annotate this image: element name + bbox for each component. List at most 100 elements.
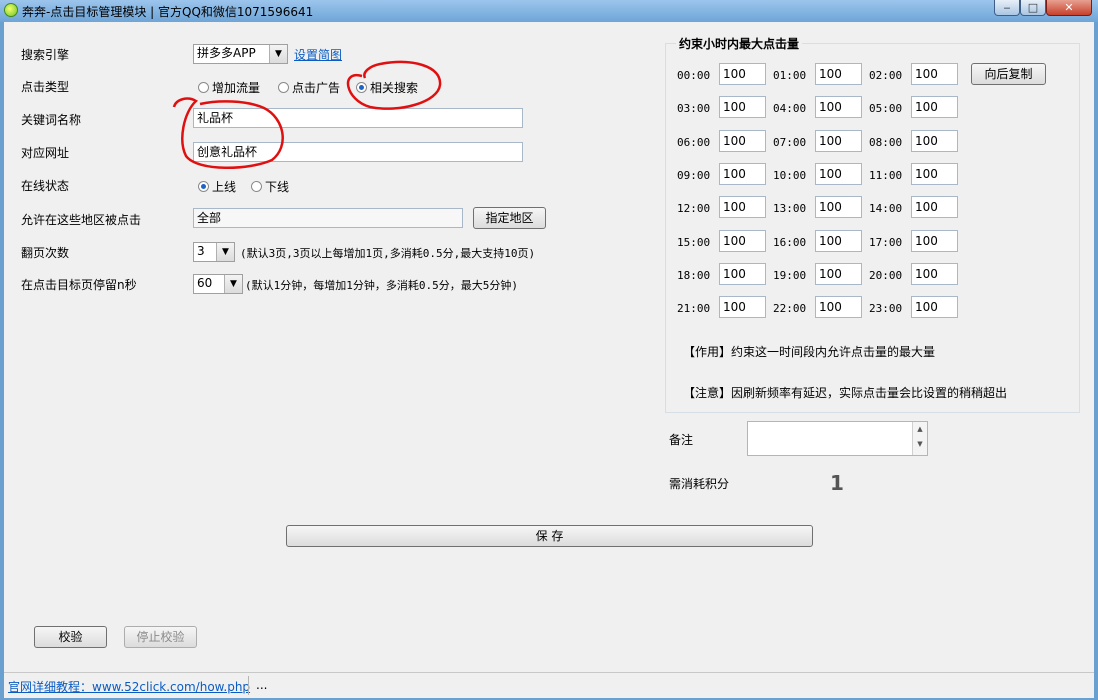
radio-label: 相关搜索 <box>370 81 419 95</box>
close-button[interactable]: ✕ <box>1046 0 1092 16</box>
status-bar: 官网详细教程：www.52click.com/how.php ... <box>4 672 1094 698</box>
hour-limit-input[interactable]: 100 <box>815 196 862 218</box>
hour-limit-input[interactable]: 100 <box>911 196 958 218</box>
maximize-button[interactable]: □ <box>1020 0 1046 16</box>
chevron-down-icon: ▼ <box>224 275 242 293</box>
warning-note: 【注意】因刷新频率有延迟，实际点击量会比设置的稍稍超出 <box>683 386 1008 400</box>
hour-label: 18:00 <box>677 269 711 282</box>
hour-limit-input[interactable]: 100 <box>911 263 958 285</box>
regions-input[interactable]: 全部 <box>193 208 463 228</box>
hour-limit-input[interactable]: 100 <box>815 263 862 285</box>
radio-click-ads[interactable]: 点击广告 <box>278 79 340 96</box>
search-engine-label: 搜索引擎 <box>21 48 70 62</box>
pages-select[interactable]: 3 ▼ <box>193 242 235 262</box>
hour-limit-input[interactable]: 100 <box>815 296 862 318</box>
status-extra: ... <box>256 678 268 692</box>
hour-label: 17:00 <box>869 236 903 249</box>
hour-label: 03:00 <box>677 102 711 115</box>
verify-button[interactable]: 校验 <box>34 626 107 648</box>
stay-label: 在点击目标页停留n秒 <box>21 278 137 292</box>
hour-label: 19:00 <box>773 269 807 282</box>
hour-limit-input[interactable]: 100 <box>719 130 766 152</box>
radio-add-traffic[interactable]: 增加流量 <box>198 79 260 96</box>
stop-verify-button[interactable]: 停止校验 <box>124 626 197 648</box>
hour-limit-input[interactable]: 100 <box>719 63 766 85</box>
stay-hint: (默认1分钟，每增加1分钟，多消耗0.5分，最大5分钟) <box>245 279 518 292</box>
radio-online[interactable]: 上线 <box>198 178 236 195</box>
hour-limit-input[interactable]: 100 <box>911 130 958 152</box>
tutorial-link[interactable]: 官网详细教程：www.52click.com/how.php <box>8 678 250 695</box>
url-input[interactable]: 创意礼品杯 <box>193 142 523 162</box>
close-icon: ✕ <box>1064 1 1074 14</box>
chevron-down-icon: ▼ <box>269 45 287 63</box>
hour-label: 06:00 <box>677 136 711 149</box>
hour-limit-input[interactable]: 100 <box>719 263 766 285</box>
hour-label: 01:00 <box>773 69 807 82</box>
hour-label: 10:00 <box>773 169 807 182</box>
copy-forward-button[interactable]: 向后复制 <box>971 63 1046 85</box>
chevron-down-icon: ▼ <box>216 243 234 261</box>
hour-limit-input[interactable]: 100 <box>719 296 766 318</box>
hour-limit-input[interactable]: 100 <box>815 130 862 152</box>
radio-selected-icon <box>356 82 367 93</box>
save-button[interactable]: 保 存 <box>286 525 813 547</box>
radio-offline[interactable]: 下线 <box>251 178 289 195</box>
hour-limit-input[interactable]: 100 <box>719 96 766 118</box>
hour-label: 15:00 <box>677 236 711 249</box>
regions-label: 允许在这些地区被点击 <box>21 213 142 227</box>
pages-value: 3 <box>197 244 205 258</box>
hour-limit-input[interactable]: 100 <box>719 163 766 185</box>
keyword-input[interactable]: 礼品杯 <box>193 108 523 128</box>
radio-related-search[interactable]: 相关搜索 <box>356 79 418 96</box>
scroll-down-icon[interactable]: ▼ <box>913 437 927 452</box>
cost-value: 1 <box>830 471 844 495</box>
status-label: 在线状态 <box>21 179 70 193</box>
url-label: 对应网址 <box>21 146 70 160</box>
hour-label: 07:00 <box>773 136 807 149</box>
hour-limit-input[interactable]: 100 <box>911 296 958 318</box>
hour-label: 02:00 <box>869 69 903 82</box>
hour-label: 09:00 <box>677 169 711 182</box>
hour-label: 00:00 <box>677 69 711 82</box>
radio-icon <box>278 82 289 93</box>
window-title: 奔奔-点击目标管理模块 | 官方QQ和微信1071596641 <box>22 5 314 19</box>
hour-label: 05:00 <box>869 102 903 115</box>
search-engine-select[interactable]: 拼多多APP ▼ <box>193 44 288 64</box>
radio-icon <box>198 82 209 93</box>
setup-diagram-link[interactable]: 设置简图 <box>294 46 342 63</box>
pages-hint: (默认3页,3页以上每增加1页,多消耗0.5分,最大支持10页) <box>240 247 536 260</box>
select-regions-button[interactable]: 指定地区 <box>473 207 546 229</box>
cost-label: 需消耗积分 <box>669 477 730 491</box>
keyword-label: 关键词名称 <box>21 113 82 127</box>
status-divider <box>248 676 249 695</box>
scroll-up-icon[interactable]: ▲ <box>913 422 927 437</box>
hour-label: 14:00 <box>869 202 903 215</box>
hour-limit-input[interactable]: 100 <box>911 96 958 118</box>
minimize-icon: ‒ <box>1003 1 1011 14</box>
hour-label: 08:00 <box>869 136 903 149</box>
hour-limit-input[interactable]: 100 <box>719 196 766 218</box>
hour-label: 13:00 <box>773 202 807 215</box>
radio-label: 上线 <box>212 180 237 194</box>
remark-scrollbar[interactable]: ▲ ▼ <box>912 422 927 455</box>
hour-limit-input[interactable]: 100 <box>815 96 862 118</box>
hour-limit-input[interactable]: 100 <box>815 230 862 252</box>
search-engine-value: 拼多多APP <box>197 46 256 60</box>
radio-label: 增加流量 <box>212 81 261 95</box>
hour-limit-input[interactable]: 100 <box>815 63 862 85</box>
stay-select[interactable]: 60 ▼ <box>193 274 243 294</box>
hour-limit-input[interactable]: 100 <box>911 63 958 85</box>
hour-limit-input[interactable]: 100 <box>815 163 862 185</box>
title-bar: 奔奔-点击目标管理模块 | 官方QQ和微信1071596641 ‒ □ ✕ <box>0 0 1098 22</box>
hour-limit-input[interactable]: 100 <box>911 163 958 185</box>
radio-icon <box>251 181 262 192</box>
hour-label: 20:00 <box>869 269 903 282</box>
remark-input[interactable] <box>747 421 928 456</box>
radio-selected-icon <box>198 181 209 192</box>
minimize-button[interactable]: ‒ <box>994 0 1020 16</box>
maximize-icon: □ <box>1027 1 1039 14</box>
hour-limit-input[interactable]: 100 <box>911 230 958 252</box>
hour-limit-input[interactable]: 100 <box>719 230 766 252</box>
radio-label: 下线 <box>265 180 290 194</box>
main-panel: 搜索引擎 拼多多APP ▼ 设置简图 点击类型 增加流量 点击广告 相关搜索 关… <box>4 22 1094 698</box>
